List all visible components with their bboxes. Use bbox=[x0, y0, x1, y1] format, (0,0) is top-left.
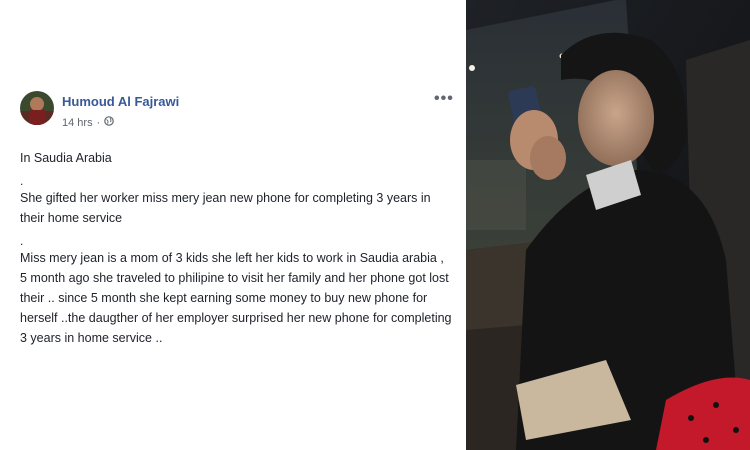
post-meta: 14 hrs · bbox=[62, 116, 115, 129]
facebook-post: Humoud Al Fajrawi 14 hrs · ••• In Saudia… bbox=[0, 0, 466, 450]
post-paragraph: She gifted her worker miss mery jean new… bbox=[20, 191, 431, 225]
post-separator: . bbox=[20, 174, 24, 188]
globe-icon[interactable] bbox=[104, 116, 115, 129]
post-timestamp[interactable]: 14 hrs bbox=[62, 117, 93, 129]
post-paragraph: Miss mery jean is a mom of 3 kids she le… bbox=[20, 251, 452, 345]
post-separator: . bbox=[20, 234, 24, 248]
video-still-photo bbox=[466, 0, 750, 450]
avatar[interactable] bbox=[20, 91, 54, 125]
post-text: In Saudia Arabia . She gifted her worker… bbox=[20, 148, 452, 348]
post-paragraph: In Saudia Arabia bbox=[20, 151, 112, 165]
author-name[interactable]: Humoud Al Fajrawi bbox=[62, 94, 179, 109]
more-options-icon[interactable]: ••• bbox=[434, 90, 454, 108]
